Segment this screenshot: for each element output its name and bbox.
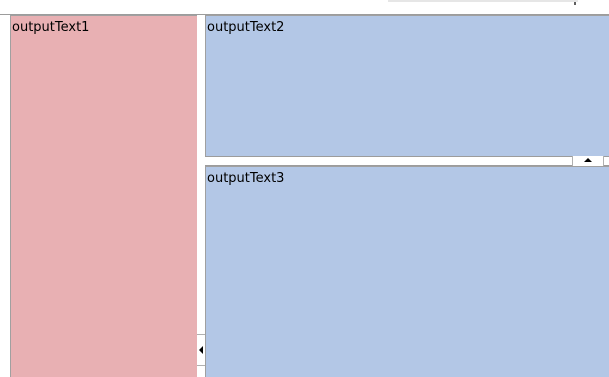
- collapse-up-arrow-icon[interactable]: [584, 158, 592, 162]
- top-bar-marker: [574, 2, 576, 5]
- left-pane: outputText1: [10, 15, 197, 377]
- right-top-pane: outputText2: [205, 15, 609, 156]
- top-bar-highlight: [388, 0, 578, 2]
- output-text-2: outputText2: [207, 20, 285, 35]
- collapse-left-arrow-icon[interactable]: [199, 346, 203, 354]
- top-bar: [0, 0, 609, 15]
- horizontal-splitter[interactable]: [205, 156, 609, 166]
- output-text-3: outputText3: [207, 171, 285, 186]
- vertical-splitter[interactable]: [197, 15, 205, 377]
- output-text-1: outputText1: [12, 20, 90, 35]
- right-bottom-pane: outputText3: [205, 166, 609, 377]
